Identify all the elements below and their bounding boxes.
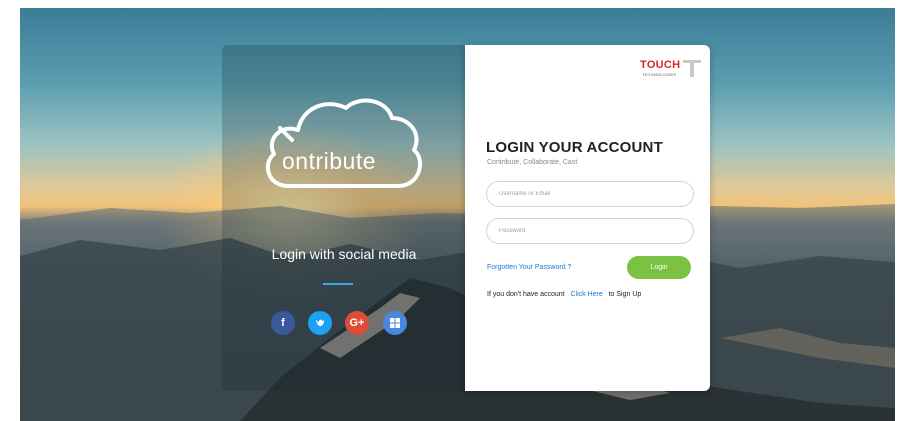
forgot-password-link[interactable]: Forgotten Your Password ?	[487, 264, 571, 271]
signup-link[interactable]: Click Here	[570, 291, 602, 298]
company-logo: TOUCH TECHNOLOGIES	[640, 56, 704, 86]
logo-bar-icon	[690, 60, 694, 77]
divider	[323, 283, 353, 285]
brand-wordmark: ontribute	[282, 148, 377, 174]
login-heading: LOGIN YOUR ACCOUNT	[486, 139, 663, 156]
signup-prefix: If you don't have account	[487, 291, 565, 298]
logo-tagline: TECHNOLOGIES	[642, 72, 677, 77]
windows-icon	[390, 318, 400, 328]
signup-suffix: to Sign Up	[608, 291, 642, 298]
google-plus-icon: G+	[349, 317, 365, 329]
google-plus-button[interactable]: G+	[345, 311, 369, 335]
login-subheading: Contribute, Collaborate, Cast	[487, 159, 578, 166]
social-login-title: Login with social media	[271, 246, 417, 262]
cloud-logo-icon	[265, 98, 423, 188]
facebook-button[interactable]: f	[271, 311, 295, 335]
logo-text: TOUCH	[640, 59, 681, 71]
windows-button[interactable]	[383, 311, 407, 335]
facebook-icon: f	[281, 317, 285, 329]
twitter-button[interactable]	[308, 311, 332, 335]
username-input[interactable]	[486, 181, 694, 207]
twitter-icon	[316, 319, 324, 326]
signup-row: If you don't have account Click Here to …	[487, 291, 641, 298]
login-button[interactable]: Login	[627, 256, 691, 279]
password-input[interactable]	[486, 218, 694, 244]
